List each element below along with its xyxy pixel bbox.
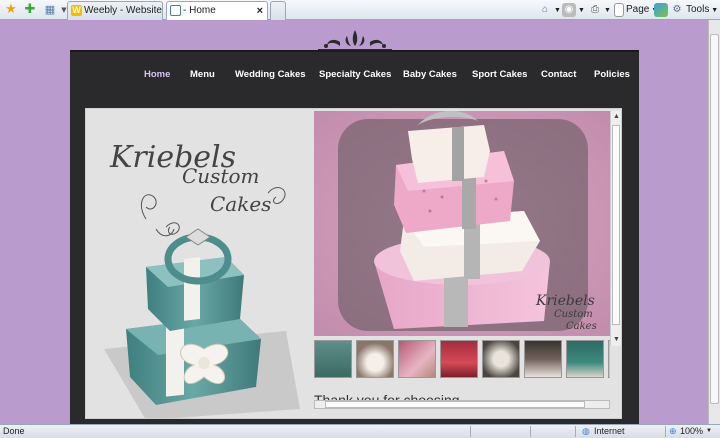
page-icon: [614, 3, 624, 17]
tab-home[interactable]: - Home ×: [166, 1, 268, 20]
favorites-star-icon[interactable]: ★: [3, 2, 19, 18]
new-tab-button[interactable]: [270, 1, 286, 20]
tab-weebly[interactable]: W Weebly - Website Creation ...: [67, 1, 163, 20]
scroll-up-arrow-icon[interactable]: ▲: [611, 111, 621, 122]
scroll-down-arrow-icon[interactable]: ▼: [611, 334, 621, 345]
scroll-thumb[interactable]: [710, 34, 719, 404]
close-tab-icon[interactable]: ×: [257, 2, 263, 20]
tools-gear-icon: ⚙: [672, 4, 682, 15]
status-text: Done: [3, 426, 25, 436]
internet-zone-icon: ◍: [582, 426, 590, 436]
slideshow-scrollbar[interactable]: ▲ ▼: [610, 111, 621, 346]
zoom-chevron-icon[interactable]: ▼: [706, 425, 712, 438]
page-menu-label: Page: [626, 4, 650, 15]
weebly-favicon-icon: W: [71, 5, 82, 16]
svg-text:Kriebels: Kriebels: [535, 293, 595, 309]
svg-text:Cakes: Cakes: [210, 192, 271, 216]
status-bar: Done ◍ Internet ⊕ 100% ▼: [0, 424, 720, 438]
nav-baby-cakes[interactable]: Baby Cakes: [403, 69, 457, 80]
thumbnail[interactable]: [314, 340, 352, 378]
page-favicon-icon: [170, 5, 181, 16]
page-viewport: Home Menu Wedding Cakes Specialty Cakes …: [0, 20, 708, 424]
feeds-button[interactable]: ◉ ▼: [562, 3, 585, 18]
thumbnail[interactable]: [440, 340, 478, 378]
rss-feeds-icon: ◉: [562, 3, 576, 17]
site-logo: Kriebels Custom Cakes: [104, 140, 300, 418]
tools-menu[interactable]: ⚙ Tools ▼: [670, 3, 719, 18]
print-icon: ⎙: [591, 4, 599, 15]
tab-title: Weebly - Website Creation ...: [84, 5, 162, 16]
print-button[interactable]: ⎙ ▼: [588, 3, 611, 18]
thumbnail[interactable]: [524, 340, 562, 378]
nav-contact[interactable]: Contact: [541, 69, 576, 80]
thumbnail[interactable]: [356, 340, 394, 378]
thumbnail[interactable]: [608, 340, 610, 378]
content-area: Kriebels Custom Cakes Kriebels Custom Ca…: [85, 108, 622, 419]
page-vertical-scrollbar[interactable]: [708, 20, 720, 424]
zoom-icon: ⊕: [669, 426, 677, 436]
svg-text:Custom: Custom: [182, 164, 260, 188]
site-frame: Home Menu Wedding Cakes Specialty Cakes …: [70, 50, 639, 424]
scroll-thumb[interactable]: [325, 401, 585, 408]
nav-policies[interactable]: Policies: [594, 69, 630, 80]
nav-menu[interactable]: Menu: [190, 69, 215, 80]
nav-wedding-cakes[interactable]: Wedding Cakes: [235, 69, 306, 80]
cake-slideshow-image[interactable]: Kriebels Custom Cakes: [314, 111, 610, 336]
main-nav: Home Menu Wedding Cakes Specialty Cakes …: [70, 52, 639, 87]
page-menu[interactable]: Page ▼: [614, 3, 658, 18]
home-button[interactable]: ⌂ ▼: [538, 3, 561, 18]
thumbnail-strip: [314, 338, 610, 380]
nav-specialty-cakes[interactable]: Specialty Cakes: [319, 69, 391, 80]
research-button[interactable]: [654, 3, 670, 17]
nav-home[interactable]: Home: [144, 69, 170, 80]
scroll-thumb[interactable]: [612, 125, 620, 325]
tab-title: - Home: [183, 5, 216, 16]
zoom-level[interactable]: 100%: [680, 425, 703, 438]
content-horizontal-scrollbar[interactable]: [314, 400, 610, 409]
browser-toolbar: ★ ✚ ▦ ▼ W Weebly - Website Creation ... …: [0, 0, 720, 20]
thumbnail[interactable]: [482, 340, 520, 378]
svg-text:Cakes: Cakes: [566, 321, 597, 332]
home-icon: ⌂: [541, 4, 549, 15]
nav-sport-cakes[interactable]: Sport Cakes: [472, 69, 527, 80]
research-icon: [654, 3, 668, 17]
tools-menu-label: Tools: [686, 4, 710, 15]
thumbnail[interactable]: [566, 340, 604, 378]
thumbnail[interactable]: [398, 340, 436, 378]
security-zone-label: Internet: [594, 426, 625, 436]
svg-text:Custom: Custom: [554, 309, 593, 320]
add-favorites-icon[interactable]: ✚: [22, 2, 38, 18]
